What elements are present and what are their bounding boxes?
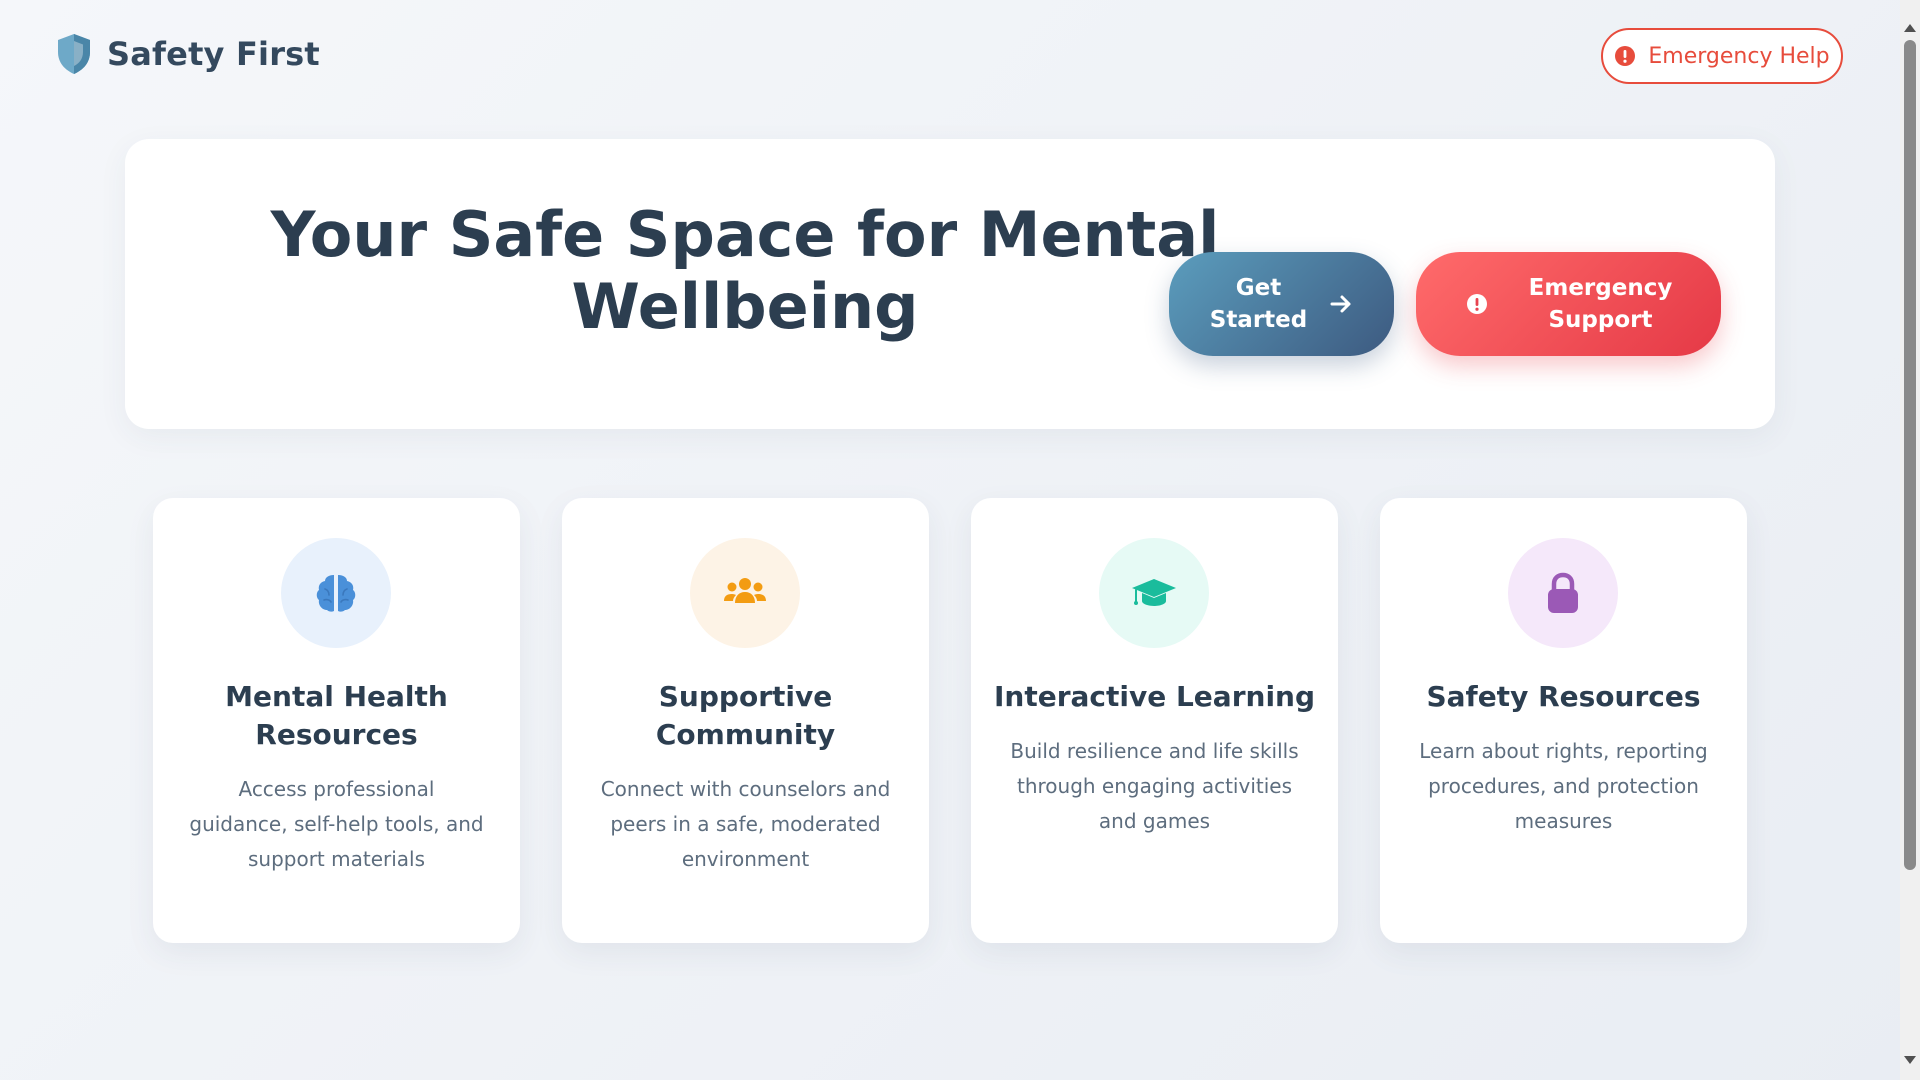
page: Safety First Emergency Help Your Safe Sp…: [0, 0, 1900, 1080]
graduation-cap-icon: [1132, 579, 1176, 606]
scrollbar-thumb[interactable]: [1904, 40, 1916, 870]
get-started-button[interactable]: Get Started: [1169, 252, 1394, 356]
emergency-help-label: Emergency Help: [1648, 43, 1830, 69]
scroll-up-arrow-icon[interactable]: [1904, 24, 1916, 32]
site-header: Safety First: [55, 32, 320, 76]
emergency-help-button[interactable]: Emergency Help: [1601, 28, 1843, 84]
emergency-support-button[interactable]: Emergency Support: [1416, 252, 1721, 356]
alert-circle-icon: [1466, 294, 1487, 314]
shield-icon: [58, 34, 90, 74]
users-icon: [724, 578, 766, 603]
lock-icon: [1548, 572, 1578, 613]
get-started-label: Get Started: [1209, 275, 1308, 333]
card-title: Mental Health Resources: [225, 680, 448, 751]
logo-text[interactable]: Safety First: [107, 35, 320, 73]
feature-card-safety[interactable]: Safety Resources Learn about rights, rep…: [1380, 498, 1747, 943]
card-description: Connect with counselors and peers in a s…: [600, 777, 891, 871]
card-icon-circle: [1099, 538, 1209, 648]
hero-title: Your Safe Space for Mental Wellbeing: [270, 198, 1220, 343]
card-icon-circle: [281, 538, 391, 648]
card-description: Access professional guidance, self-help …: [189, 777, 484, 871]
card-title: Supportive Community: [655, 680, 836, 751]
feature-card-learning[interactable]: Interactive Learning Build resilience an…: [971, 498, 1338, 943]
feature-card-community[interactable]: Supportive Community Connect with counse…: [562, 498, 929, 943]
card-icon-circle: [690, 538, 800, 648]
card-icon-circle: [1508, 538, 1618, 648]
card-title: Safety Resources: [1426, 680, 1701, 713]
emergency-support-label: Emergency Support: [1528, 275, 1673, 333]
scroll-down-arrow-icon[interactable]: [1904, 1056, 1916, 1064]
feature-card-mental-health[interactable]: Mental Health Resources Access professio…: [153, 498, 520, 943]
vertical-scrollbar[interactable]: [1900, 0, 1920, 1080]
card-title: Interactive Learning: [993, 680, 1316, 713]
hero-section: Your Safe Space for Mental Wellbeing Get…: [125, 139, 1775, 429]
card-description: Learn about rights, reporting procedures…: [1419, 739, 1708, 833]
alert-circle-icon: [1615, 46, 1636, 66]
brain-icon: [316, 575, 356, 612]
card-description: Build resilience and life skills through…: [1010, 739, 1299, 833]
arrow-right-icon: [1330, 295, 1351, 313]
